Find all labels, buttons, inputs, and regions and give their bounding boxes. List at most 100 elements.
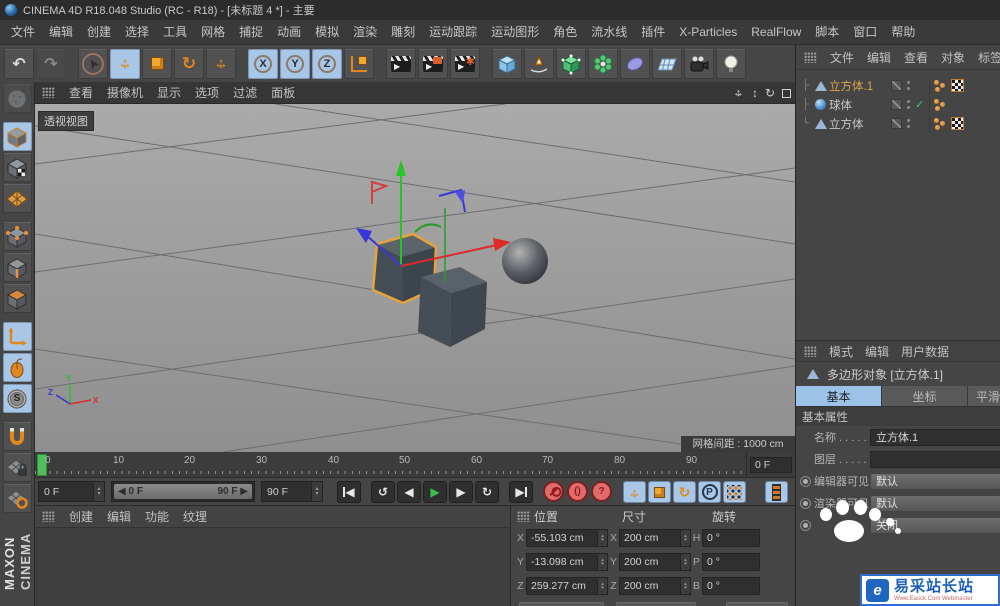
- record-rotation-button[interactable]: ↻: [673, 481, 696, 503]
- om-menu-file[interactable]: 文件: [830, 49, 854, 66]
- goto-start-button[interactable]: ◀: [337, 481, 361, 503]
- enable-axis-button[interactable]: [2, 322, 32, 351]
- menu-motion-tracker[interactable]: 运动跟踪: [422, 20, 484, 44]
- viewport-menu-filter[interactable]: 过滤: [233, 84, 257, 101]
- layer-swatch[interactable]: [891, 80, 902, 91]
- om-menu-edit[interactable]: 编辑: [867, 49, 891, 66]
- panel-drag-handle[interactable]: [42, 511, 55, 522]
- stepper-icon[interactable]: [681, 529, 691, 547]
- materials-menu-function[interactable]: 功能: [145, 508, 169, 525]
- stepper-icon[interactable]: [598, 553, 608, 571]
- mograph-generator-button[interactable]: [588, 48, 618, 79]
- uvw-tag-icon[interactable]: [951, 79, 964, 92]
- keying-settings-button[interactable]: [765, 481, 788, 503]
- viewport-menu-options[interactable]: 选项: [195, 84, 219, 101]
- gizmo-plane-handle-y[interactable]: [414, 223, 442, 233]
- goto-previous-key-button[interactable]: ↺: [371, 481, 395, 503]
- cube-object[interactable]: [418, 267, 487, 347]
- size-y-field[interactable]: 200 cm: [619, 553, 681, 571]
- tab-phong[interactable]: 平滑着色: [968, 386, 1000, 406]
- record-point-level-button[interactable]: [723, 481, 746, 503]
- enable-snap-button[interactable]: S: [2, 384, 32, 413]
- object-name[interactable]: 立方体: [829, 116, 891, 132]
- viewport-menu-view[interactable]: 查看: [69, 84, 93, 101]
- rotate-view-icon[interactable]: ↻: [765, 87, 775, 99]
- materials-menu-texture[interactable]: 纹理: [183, 508, 207, 525]
- om-menu-tags[interactable]: 标签: [978, 49, 1000, 66]
- stepper-icon[interactable]: [311, 482, 322, 501]
- floor-object-button[interactable]: [652, 48, 682, 79]
- panel-drag-handle[interactable]: [804, 51, 817, 63]
- size-x-field[interactable]: 200 cm: [619, 529, 681, 547]
- menu-edit[interactable]: 编辑: [42, 20, 80, 44]
- viewport-menu-display[interactable]: 显示: [157, 84, 181, 101]
- stepper-icon[interactable]: [598, 529, 608, 547]
- basic-properties-section[interactable]: 基本属性: [796, 406, 1000, 426]
- polygons-mode-button[interactable]: [2, 284, 32, 313]
- workplane-mode-button[interactable]: [2, 184, 32, 213]
- frame-range-slider[interactable]: ◀ 0 F 90 F ▶: [111, 481, 255, 502]
- visibility-dots-icon[interactable]: [906, 80, 912, 92]
- gizmo-y-axis[interactable]: [396, 160, 406, 176]
- tab-basic[interactable]: 基本: [796, 386, 882, 406]
- radio-icon[interactable]: [800, 497, 811, 509]
- panel-drag-handle[interactable]: [517, 510, 530, 522]
- menu-window[interactable]: 窗口: [846, 20, 884, 44]
- am-menu-edit[interactable]: 编辑: [865, 343, 889, 360]
- om-menu-objects[interactable]: 对象: [941, 49, 965, 66]
- rot-p-field[interactable]: 0 °: [702, 553, 760, 571]
- menu-character[interactable]: 角色: [546, 20, 584, 44]
- rotate-tool-button[interactable]: ↻: [174, 48, 204, 79]
- autokeying-button[interactable]: (): [567, 481, 588, 502]
- menu-script[interactable]: 脚本: [808, 20, 846, 44]
- gizmo-plane-handle-x[interactable]: [371, 180, 389, 204]
- redo-button[interactable]: ↷: [36, 48, 66, 79]
- menu-pipeline[interactable]: 流水线: [584, 20, 634, 44]
- range-end-handle[interactable]: 90 F ▶: [218, 486, 249, 497]
- layer-field[interactable]: [870, 450, 1000, 468]
- menu-mograph[interactable]: 运动图形: [484, 20, 546, 44]
- am-menu-userdata[interactable]: 用户数据: [901, 343, 949, 360]
- object-name[interactable]: 立方体.1: [829, 78, 891, 94]
- radio-icon[interactable]: [800, 475, 811, 487]
- viewport-solo-button[interactable]: [2, 353, 32, 382]
- am-menu-mode[interactable]: 模式: [829, 343, 853, 360]
- clipped-button[interactable]: [519, 602, 604, 606]
- use-color-dropdown[interactable]: 关闭: [870, 516, 1000, 534]
- stepper-icon[interactable]: [93, 482, 104, 501]
- menu-render[interactable]: 渲染: [346, 20, 384, 44]
- record-position-button[interactable]: ↔ ↕: [623, 481, 646, 503]
- layer-swatch[interactable]: [891, 118, 902, 129]
- rot-h-field[interactable]: 0 °: [702, 529, 760, 547]
- range-start-handle[interactable]: ◀ 0 F: [118, 486, 143, 497]
- editor-visibility-dropdown[interactable]: 默认: [870, 472, 1000, 490]
- menu-create[interactable]: 创建: [80, 20, 118, 44]
- cube-primitive-button[interactable]: [492, 48, 522, 79]
- move-tool-button[interactable]: ↔ ↕: [110, 48, 140, 79]
- menu-tools[interactable]: 工具: [156, 20, 194, 44]
- pos-z-field[interactable]: 259.277 cm: [526, 577, 598, 595]
- lock-z-axis-button[interactable]: Z: [312, 48, 342, 79]
- lock-workplane-button[interactable]: [2, 453, 32, 482]
- visibility-dots-icon[interactable]: [906, 99, 912, 111]
- size-z-field[interactable]: 200 cm: [619, 577, 681, 595]
- record-keyframe-button[interactable]: [543, 481, 564, 502]
- points-mode-button[interactable]: [2, 222, 32, 251]
- menu-file[interactable]: 文件: [4, 20, 42, 44]
- coordinate-system-button[interactable]: [344, 48, 374, 79]
- subdivision-surface-button[interactable]: [556, 48, 586, 79]
- pos-y-field[interactable]: -13.098 cm: [526, 553, 598, 571]
- tab-coordinates[interactable]: 坐标: [882, 386, 968, 406]
- view-label[interactable]: 透视视图: [38, 111, 94, 131]
- panel-drag-handle[interactable]: [804, 345, 817, 357]
- menu-simulate[interactable]: 模拟: [308, 20, 346, 44]
- stepper-icon[interactable]: [681, 553, 691, 571]
- viewport-canvas[interactable]: 透视视图 Y X Z 网格间距: 1000 cm: [35, 104, 795, 452]
- dolly-view-icon[interactable]: ↕: [752, 87, 758, 99]
- menu-mesh[interactable]: 网格: [194, 20, 232, 44]
- materials-menu-edit[interactable]: 编辑: [107, 508, 131, 525]
- lock-y-axis-button[interactable]: Y: [280, 48, 310, 79]
- gizmo-z-axis[interactable]: [356, 228, 372, 243]
- range-slider-bar[interactable]: ◀ 0 F 90 F ▶: [114, 484, 252, 499]
- name-field[interactable]: 立方体.1: [870, 428, 1000, 446]
